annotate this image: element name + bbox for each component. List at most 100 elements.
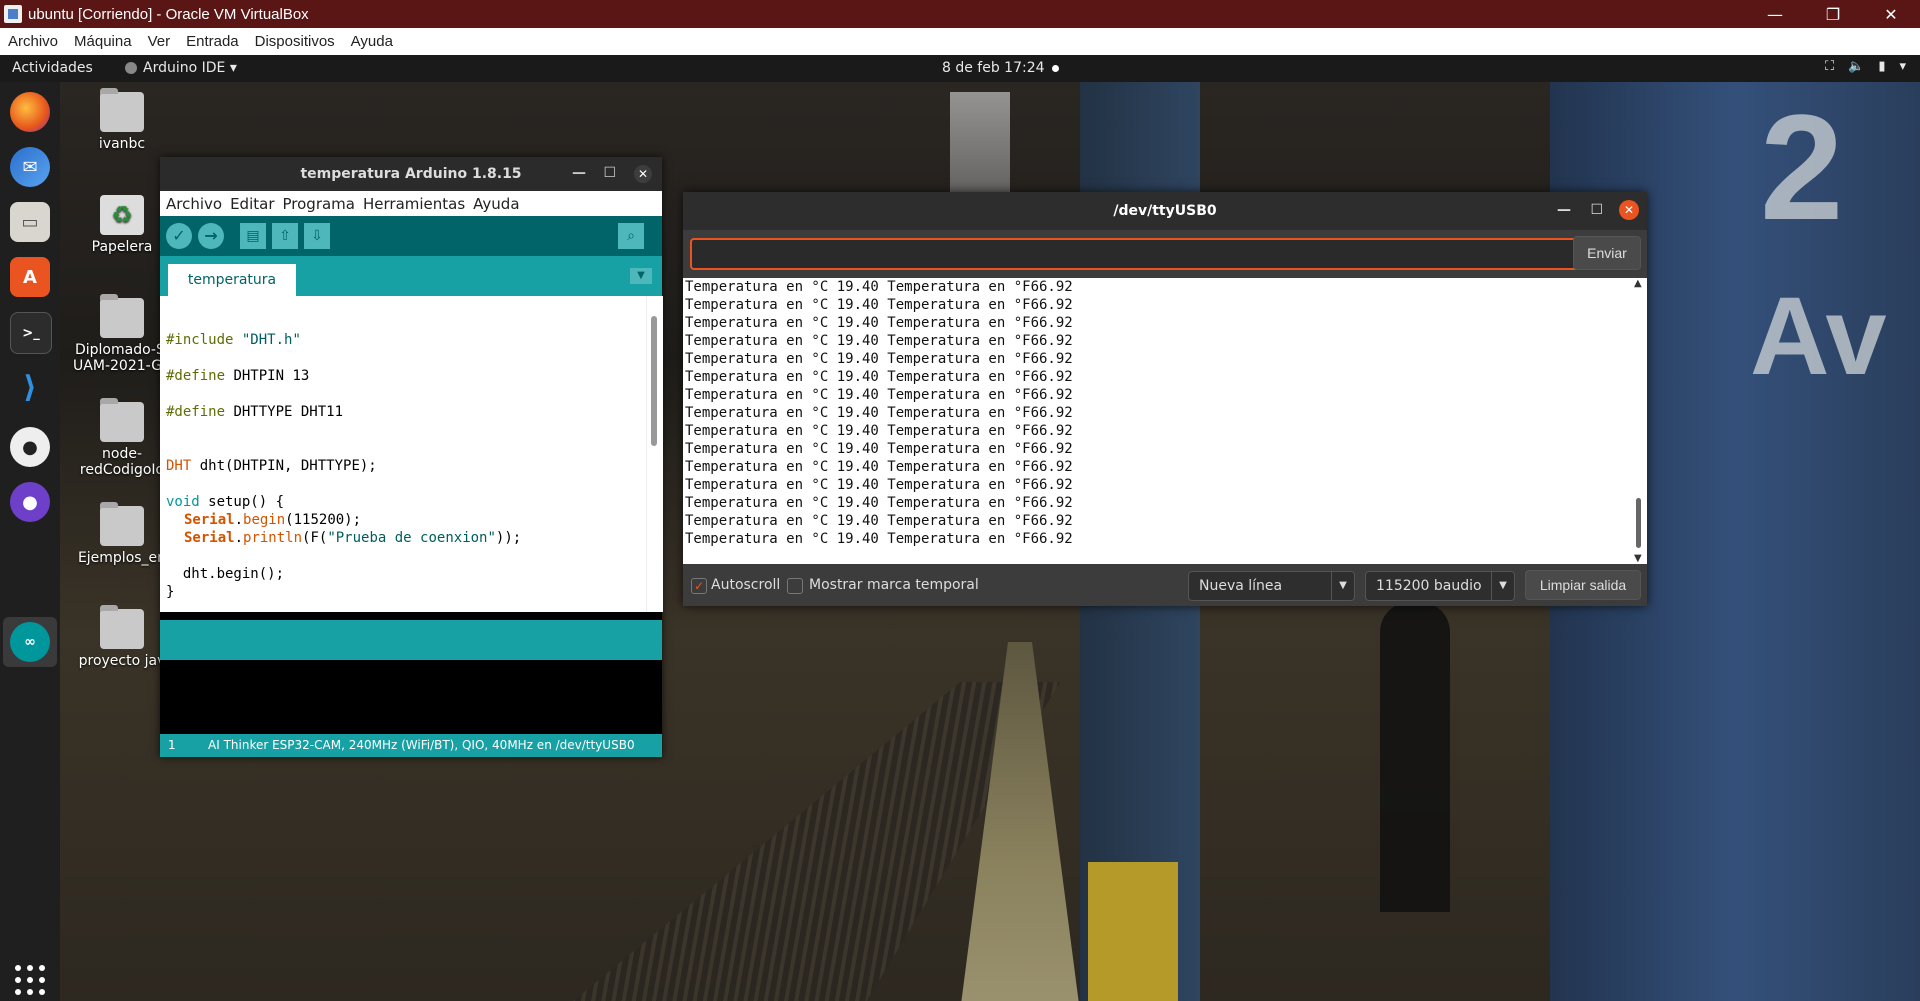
restore-button[interactable]: ❐ xyxy=(1804,0,1862,28)
volume-icon[interactable]: 🔈 xyxy=(1848,59,1864,74)
serial-input[interactable] xyxy=(690,238,1582,270)
close-button[interactable]: ✕ xyxy=(634,165,652,183)
menu-archivo[interactable]: Archivo xyxy=(160,195,224,213)
editor-scrollbar[interactable] xyxy=(646,296,663,612)
serial-line: Temperatura en °C 19.40 Temperatura en °… xyxy=(685,315,1073,331)
scroll-down-icon[interactable]: ▼ xyxy=(1634,553,1642,564)
save-sketch-icon[interactable]: ⇩ xyxy=(304,223,330,249)
files-icon[interactable]: ▭ xyxy=(10,202,50,242)
serial-monitor-icon[interactable]: ⌕ xyxy=(618,223,644,249)
message-area xyxy=(160,620,662,660)
dock: ✉ ▭ A >_ ⟩ ● ● ∞ xyxy=(0,82,60,1001)
arduino-icon[interactable]: ∞ xyxy=(10,622,50,662)
menu-entrada[interactable]: Entrada xyxy=(178,33,247,50)
new-sketch-icon[interactable]: ▤ xyxy=(240,223,266,249)
software-center-icon[interactable]: A xyxy=(10,257,50,297)
arduino-small-icon xyxy=(125,62,137,74)
app-menu[interactable]: Arduino IDE ▾ xyxy=(125,60,237,76)
arduino-titlebar[interactable]: temperatura Arduino 1.8.15 — ☐ ✕ xyxy=(160,157,662,191)
scrollbar-thumb[interactable] xyxy=(1636,498,1641,548)
thunderbird-icon[interactable]: ✉ xyxy=(10,147,50,187)
board-info: AI Thinker ESP32-CAM, 240MHz (WiFi/BT), … xyxy=(208,738,635,752)
desktop-icon-proyecto[interactable]: proyecto jav xyxy=(72,605,172,669)
arduino-statusbar: 1 AI Thinker ESP32-CAM, 240MHz (WiFi/BT)… xyxy=(160,734,662,757)
github-icon[interactable]: ● xyxy=(10,427,50,467)
serial-line: Temperatura en °C 19.40 Temperatura en °… xyxy=(685,423,1073,439)
tab-menu-icon[interactable]: ▼ xyxy=(630,268,652,284)
minimize-button[interactable]: — xyxy=(1746,0,1804,28)
upload-icon[interactable]: → xyxy=(198,223,224,249)
line-ending-select[interactable]: Nueva línea ▼ xyxy=(1188,571,1355,601)
desktop-icon-label: Ejemplos_en xyxy=(77,550,167,566)
menu-arrow-icon[interactable]: ▾ xyxy=(1899,59,1906,74)
desktop-icon-diplomado[interactable]: Diplomado-SI UAM-2021-G4 xyxy=(72,294,172,374)
serial-titlebar[interactable]: /dev/ttyUSB0 — ☐ ✕ xyxy=(683,192,1647,230)
serial-line: Temperatura en °C 19.40 Temperatura en °… xyxy=(685,333,1073,349)
close-button[interactable]: ✕ xyxy=(1862,0,1920,28)
serial-monitor-window: /dev/ttyUSB0 — ☐ ✕ Enviar Temperatura en… xyxy=(683,192,1647,606)
menu-editar[interactable]: Editar xyxy=(224,195,276,213)
desktop-icon-label: proyecto jav xyxy=(78,653,166,669)
menu-programa[interactable]: Programa xyxy=(277,195,357,213)
folder-icon xyxy=(100,502,144,546)
console-output xyxy=(160,660,662,734)
code-line: #include "DHT.h" xyxy=(166,332,301,348)
autoscroll-checkbox[interactable]: ✓ xyxy=(691,578,707,594)
serial-line: Temperatura en °C 19.40 Temperatura en °… xyxy=(685,477,1073,493)
maximize-button[interactable]: ☐ xyxy=(1590,202,1603,218)
serial-scrollbar[interactable]: ▲ ▼ xyxy=(1631,278,1647,564)
activities-button[interactable]: Actividades xyxy=(12,60,93,76)
menu-archivo[interactable]: Archivo xyxy=(0,33,66,50)
scroll-up-icon[interactable]: ▲ xyxy=(1634,278,1642,289)
desktop-icon-home[interactable]: ivanbc xyxy=(72,88,172,152)
gnome-topbar: Actividades Arduino IDE ▾ 8 de feb 17:24… xyxy=(0,55,1920,82)
code-editor[interactable]: #include "DHT.h" #define DHTPIN 13 #defi… xyxy=(160,296,646,612)
show-applications-icon[interactable] xyxy=(12,962,48,998)
serial-line: Temperatura en °C 19.40 Temperatura en °… xyxy=(685,297,1073,313)
menu-herramientas[interactable]: Herramientas xyxy=(357,195,467,213)
serial-output[interactable]: Temperatura en °C 19.40 Temperatura en °… xyxy=(683,278,1631,564)
serial-line: Temperatura en °C 19.40 Temperatura en °… xyxy=(685,351,1073,367)
menu-ayuda[interactable]: Ayuda xyxy=(343,33,401,50)
serial-line: Temperatura en °C 19.40 Temperatura en °… xyxy=(685,279,1073,295)
menu-dispositivos[interactable]: Dispositivos xyxy=(247,33,343,50)
maximize-button[interactable]: ☐ xyxy=(603,165,616,181)
autoscroll-label: Autoscroll xyxy=(711,577,781,593)
close-button[interactable]: ✕ xyxy=(1619,200,1639,220)
scrollbar-thumb[interactable] xyxy=(651,316,657,446)
verify-icon[interactable]: ✓ xyxy=(166,223,192,249)
send-button[interactable]: Enviar xyxy=(1573,236,1641,270)
desktop-icon-label: Papelera xyxy=(91,239,153,255)
minimize-button[interactable]: — xyxy=(572,165,586,181)
serial-title: /dev/ttyUSB0 xyxy=(1113,203,1217,219)
timestamp-checkbox[interactable] xyxy=(787,578,803,594)
line-ending-value: Nueva línea xyxy=(1199,578,1283,594)
menu-maquina[interactable]: Máquina xyxy=(66,33,140,50)
vscode-icon[interactable]: ⟩ xyxy=(10,367,50,407)
baud-rate-select[interactable]: 115200 baudio ▼ xyxy=(1365,571,1515,601)
menu-ayuda[interactable]: Ayuda xyxy=(467,195,521,213)
serial-line: Temperatura en °C 19.40 Temperatura en °… xyxy=(685,531,1073,547)
firefox-icon[interactable] xyxy=(10,92,50,132)
open-sketch-icon[interactable]: ⇧ xyxy=(272,223,298,249)
code-line: Serial.begin(115200); xyxy=(184,512,362,528)
desktop-icon-trash[interactable]: ♻ Papelera xyxy=(72,195,172,255)
code-line: } xyxy=(166,584,175,600)
github-desktop-icon[interactable]: ● xyxy=(10,482,50,522)
code-line: DHT dht(DHTPIN, DHTTYPE); xyxy=(166,458,377,474)
menu-ver[interactable]: Ver xyxy=(140,33,179,50)
tab-temperatura[interactable]: temperatura xyxy=(168,264,296,296)
code-line: #define DHTTYPE DHT11 xyxy=(166,404,344,420)
clear-output-button[interactable]: Limpiar salida xyxy=(1525,570,1641,600)
clock[interactable]: 8 de feb 17:24 xyxy=(942,60,1045,76)
desktop-icon-ejemplos[interactable]: Ejemplos_en xyxy=(72,502,172,566)
terminal-icon[interactable]: >_ xyxy=(10,312,52,354)
desktop-icon-node-red[interactable]: node-redCodigoIo xyxy=(72,398,172,478)
serial-line: Temperatura en °C 19.40 Temperatura en °… xyxy=(685,459,1073,475)
network-icon[interactable]: ⛶ xyxy=(1825,59,1834,74)
minimize-button[interactable]: — xyxy=(1557,202,1571,218)
folder-icon xyxy=(100,294,144,338)
battery-icon[interactable]: ▮ xyxy=(1878,59,1885,74)
system-tray[interactable]: ⛶ 🔈 ▮ ▾ xyxy=(1825,59,1906,74)
arduino-toolbar: ✓ → ▤ ⇧ ⇩ ⌕ xyxy=(160,216,662,256)
